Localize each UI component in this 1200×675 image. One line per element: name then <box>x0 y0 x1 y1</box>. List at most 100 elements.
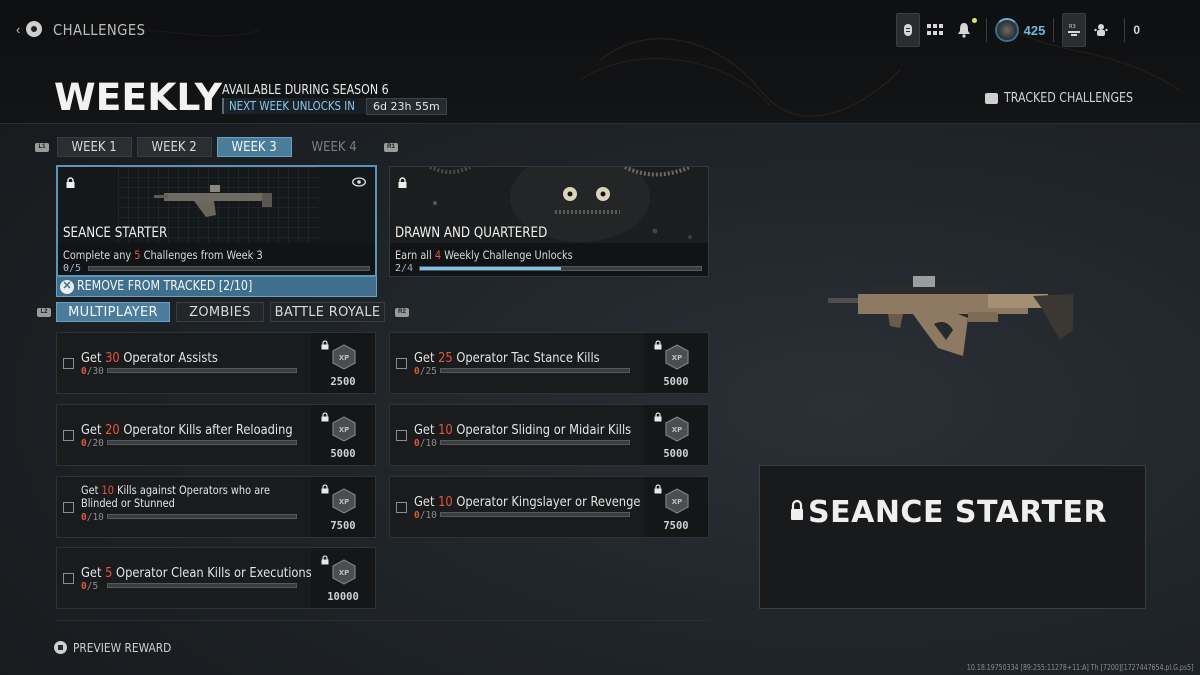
tab-label: WEEK 3 <box>231 139 278 155</box>
eye-icon[interactable] <box>352 174 366 192</box>
tracked-challenges-button[interactable]: TRACKED CHALLENGES <box>985 91 1134 106</box>
availability-text: AVAILABLE DURING SEASON 6 <box>222 83 389 98</box>
r2-bumper-icon: R2 <box>395 308 409 317</box>
party-count: 0 <box>1133 23 1140 37</box>
desc-number: 10 <box>101 483 114 497</box>
tab-week-2[interactable]: WEEK 2 <box>137 137 212 157</box>
challenge-progress-text: 0/5 <box>81 581 98 592</box>
mode-tabs: MULTIPLAYER ZOMBIES BATTLE ROYALE <box>56 302 385 322</box>
reward-detail-panel: SEANCE STARTER <box>759 465 1146 609</box>
party-icon[interactable] <box>1086 13 1116 47</box>
challenge-progress-bar <box>107 514 297 519</box>
desc-text: Operator Assists <box>119 350 218 366</box>
challenge-progress-bar <box>107 583 297 588</box>
challenge-item[interactable]: Get 10 Operator Sliding or Midair Kills … <box>389 404 709 466</box>
preview-reward-button[interactable]: PREVIEW REWARD <box>54 640 189 655</box>
desc-text: Kills against Operators who are <box>113 483 271 497</box>
back-button[interactable]: ‹ <box>16 21 43 37</box>
player-level[interactable]: 425 <box>994 13 1045 47</box>
challenge-item[interactable]: Get 25 Operator Tac Stance Kills 0/25 XP… <box>389 332 709 394</box>
reward-description: Complete any 5 Challenges from Week 3 <box>63 248 263 262</box>
notification-bell-icon[interactable] <box>950 13 978 47</box>
square-button-icon <box>54 641 67 654</box>
reward-card-seance-starter[interactable]: SEANCE STARTER Complete any 5 Challenges… <box>56 165 377 277</box>
challenge-progress-bar <box>107 368 297 373</box>
remove-from-tracked-button[interactable]: ✕ REMOVE FROM TRACKED [2/10] <box>56 277 377 297</box>
challenge-description: Get 10 Operator Kingslayer or Revenge Ki… <box>414 495 667 509</box>
l1-bumper-icon: L1 <box>35 143 49 152</box>
page-title: WEEKLY <box>54 76 222 119</box>
challenge-description: Get 10 Operator Sliding or Midair Kills <box>414 423 631 437</box>
grid-menu-icon[interactable] <box>920 13 950 47</box>
progress-total: /4 <box>401 263 414 274</box>
reward-progress-bar <box>88 266 370 271</box>
challenge-progress-bar <box>440 368 630 373</box>
challenge-item[interactable]: Get 30 Operator Assists 0/30 XP 2500 <box>56 332 376 394</box>
desc-text: Challenges from Week 3 <box>140 248 263 262</box>
xp-reward-value: 5000 <box>663 448 689 460</box>
breadcrumb[interactable]: CHALLENGES <box>53 21 145 39</box>
desc-text: Operator Tac Stance Kills <box>452 350 600 366</box>
track-checkbox[interactable] <box>396 358 407 369</box>
progress-fill <box>420 267 561 270</box>
svg-text:XP: XP <box>672 498 683 506</box>
track-checkbox[interactable] <box>63 502 74 513</box>
xp-token-icon: XP <box>332 416 356 442</box>
tab-zombies[interactable]: ZOMBIES <box>176 302 264 322</box>
desc-text: Operator Kingslayer or Revenge Kills <box>452 494 668 510</box>
progress-total: /10 <box>86 512 104 523</box>
track-checkbox[interactable] <box>396 430 407 441</box>
tab-week-1[interactable]: WEEK 1 <box>57 137 132 157</box>
track-checkbox[interactable] <box>63 358 74 369</box>
controller-icon[interactable] <box>895 13 920 47</box>
lock-icon <box>66 175 75 193</box>
xp-reward-value: 7500 <box>663 520 689 532</box>
svg-text:XP: XP <box>672 354 683 362</box>
challenge-item[interactable]: Get 5 Operator Clean Kills or Executions… <box>56 547 376 609</box>
tab-week-4[interactable]: WEEK 4 <box>297 137 372 157</box>
divider <box>56 620 710 621</box>
tracked-challenges-label: TRACKED CHALLENGES <box>1004 91 1134 106</box>
tab-battle-royale[interactable]: BATTLE ROYALE <box>270 302 385 322</box>
progress-total: /5 <box>69 263 82 274</box>
challenge-description: Get 5 Operator Clean Kills or Executions <box>81 566 312 580</box>
challenge-item[interactable]: Get 10 Kills against Operators who are Bl… <box>56 476 376 538</box>
reward-progress-text: 0/5 <box>63 263 81 274</box>
xp-token-icon: XP <box>332 344 356 370</box>
desc-number: 10 <box>438 422 453 438</box>
progress-total: /10 <box>419 510 437 521</box>
desc-text: Get <box>414 350 439 366</box>
svg-text:XP: XP <box>339 498 350 506</box>
xp-reward-value: 5000 <box>330 448 356 460</box>
chevron-left-icon: ‹ <box>16 21 21 37</box>
desc-text: Get <box>414 422 439 438</box>
reward-progress-text: 2/4 <box>395 263 413 274</box>
challenge-item[interactable]: Get 20 Operator Kills after Reloading 0/… <box>56 404 376 466</box>
challenge-progress-text: 0/20 <box>81 438 104 449</box>
reward-detail-title: SEANCE STARTER <box>790 495 1107 530</box>
track-checkbox[interactable] <box>63 573 74 584</box>
reward-card-drawn-and-quartered[interactable]: DRAWN AND QUARTERED Earn all 4 Weekly Ch… <box>389 166 709 277</box>
r3-social-icon[interactable]: R3 <box>1062 13 1087 47</box>
svg-text:XP: XP <box>339 569 350 577</box>
challenge-progress-bar <box>440 440 630 445</box>
xp-reward-value: 7500 <box>330 520 356 532</box>
svg-text:XP: XP <box>339 426 350 434</box>
desc-text: Get <box>81 422 106 438</box>
reward-description: Earn all 4 Weekly Challenge Unlocks <box>395 248 573 262</box>
tab-label: WEEK 1 <box>71 139 118 155</box>
tab-multiplayer[interactable]: MULTIPLAYER <box>56 302 170 322</box>
reward-detail-name: SEANCE STARTER <box>808 495 1108 530</box>
reward-name: SEANCE STARTER <box>63 225 168 241</box>
track-checkbox[interactable] <box>63 430 74 441</box>
l2-bumper-icon: L2 <box>37 308 51 317</box>
xp-reward-value: 5000 <box>663 376 689 388</box>
reward-progress-bar <box>419 266 702 271</box>
progress-total: /20 <box>86 438 104 449</box>
track-checkbox[interactable] <box>396 502 407 513</box>
tab-week-3[interactable]: WEEK 3 <box>217 137 292 157</box>
challenge-item[interactable]: Get 10 Operator Kingslayer or Revenge Ki… <box>389 476 709 538</box>
challenge-progress-text: 0/10 <box>414 510 437 521</box>
desc-text: Complete any <box>63 248 135 262</box>
desc-number: 30 <box>105 350 120 366</box>
